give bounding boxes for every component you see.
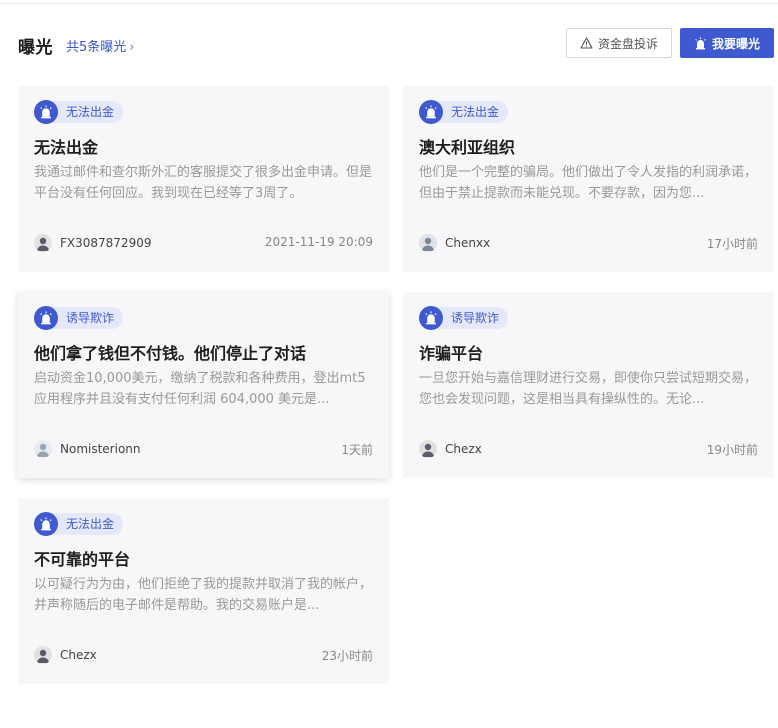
category-tag-label: 诱导欺诈 [52,307,124,329]
username: Nomisterionn [60,442,141,456]
category-tag-label: 无法出金 [52,513,124,535]
exposure-count-label: 共5条曝光 [66,40,127,55]
card-title[interactable]: 他们拿了钱但不付钱。他们停止了对话 [34,340,374,364]
post-time: 2021-11-19 20:09 [264,235,373,249]
top-divider [0,0,778,4]
fund-complaint-button[interactable]: 资金盘投诉 [566,28,672,58]
card-title[interactable]: 无法出金 [34,134,374,158]
avatar [419,440,437,458]
avatar [34,646,52,664]
exposure-card[interactable]: 诱导欺诈 他们拿了钱但不付钱。他们停止了对话 启动资金10,000美元，缴纳了税… [18,292,389,478]
post-time: 19小时前 [706,443,758,457]
expose-button[interactable]: 我要曝光 [680,28,774,58]
category-tag: 诱导欺诈 [419,306,509,330]
alarm-icon [419,100,443,124]
card-title[interactable]: 诈骗平台 [419,340,759,364]
category-tag-label: 诱导欺诈 [437,307,509,329]
username: FX3087872909 [60,236,152,250]
avatar [419,234,437,252]
post-time: 17小时前 [706,237,758,251]
alarm-icon [34,100,58,124]
alarm-icon [419,306,443,330]
avatar [34,234,52,252]
card-description: 启动资金10,000美元，缴纳了税款和各种费用，登出mt5应用程序并且没有支付任… [34,371,366,407]
user-icon [422,443,434,457]
exposure-card[interactable]: 无法出金 澳大利亚组织 他们是一个完整的骗局。他们做出了令人发指的利润承诺，但由… [403,86,774,272]
username: Chezx [445,442,482,456]
page-title: 曝光 [18,38,53,58]
post-time: 23小时前 [321,649,373,663]
exposure-card[interactable]: 无法出金 不可靠的平台 以可疑行为为由，他们拒绝了我的提款并取消了我的帐户，并声… [18,498,389,684]
card-description: 以可疑行为为由，他们拒绝了我的提款并取消了我的帐户，并声称随后的电子邮件是帮助。… [34,577,373,613]
user-icon [422,237,434,251]
warning-icon [580,37,593,49]
category-tag: 诱导欺诈 [34,306,124,330]
expose-label: 我要曝光 [711,36,760,51]
exposure-card[interactable]: 无法出金 无法出金 我通过邮件和查尔斯外汇的客服提交了很多出金申请。但是平台没有… [18,86,389,272]
category-tag: 无法出金 [419,100,509,124]
card-author: Chenxx [419,234,490,252]
exposure-header: 曝光 共5条曝光 › 资金盘投诉 我要曝光 [18,28,774,60]
category-tag: 无法出金 [34,512,124,536]
card-description: 他们是一个完整的骗局。他们做出了令人发指的利润承诺，但由于禁止提款而未能兑现。不… [419,165,758,201]
alarm-icon [695,37,706,49]
card-title[interactable]: 澳大利亚组织 [419,134,759,158]
alarm-icon [34,512,58,536]
user-icon [37,443,49,457]
card-author: Nomisterionn [34,440,141,458]
card-author: Chezx [34,646,97,664]
card-author: FX3087872909 [34,234,151,252]
user-icon [37,649,49,663]
exposure-card[interactable]: 诱导欺诈 诈骗平台 一旦您开始与嘉信理财进行交易，即使你只尝试短期交易，您也会发… [403,292,774,478]
username: Chenxx [445,236,491,250]
category-tag-label: 无法出金 [52,101,124,123]
category-tag-label: 无法出金 [437,101,509,123]
fund-complaint-label: 资金盘投诉 [597,36,658,51]
card-description: 一旦您开始与嘉信理财进行交易，即使你只尝试短期交易，您也会发现问题，这是相当具有… [419,371,758,407]
avatar [34,440,52,458]
card-title[interactable]: 不可靠的平台 [34,546,374,570]
exposure-count-link[interactable]: 共5条曝光 › [66,36,134,55]
card-description: 我通过邮件和查尔斯外汇的客服提交了很多出金申请。但是平台没有任何回应。我到现在已… [34,165,373,201]
alarm-icon [34,306,58,330]
username: Chezx [60,648,97,662]
chevron-right-icon: › [129,40,135,55]
card-author: Chezx [419,440,482,458]
user-icon [37,237,49,251]
post-time: 1天前 [341,443,373,457]
category-tag: 无法出金 [34,100,124,124]
